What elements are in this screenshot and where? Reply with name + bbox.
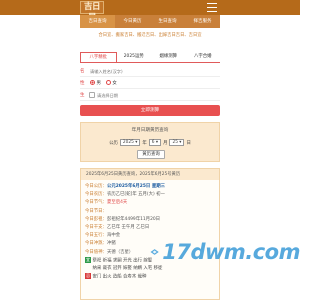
almanac-row-value: 乙巳年 壬午月 乙巳日: [106, 224, 150, 230]
submit-button[interactable]: 立即测算: [80, 105, 220, 116]
gender-row: 性 男 女: [80, 77, 220, 89]
almanac-row-value: 公元2025年6月25日 星期三: [106, 184, 166, 189]
almanac-row-key: 今日节气：: [85, 200, 107, 206]
name-input[interactable]: [90, 67, 208, 75]
almanac-row: 今日公历：公元2025年6月25日 星期三: [85, 183, 215, 191]
almanac-ji-row: 忌安门 出火 造船 合寿木 栽种: [85, 273, 215, 281]
almanac-ji-row-badge: 忌: [85, 273, 91, 280]
almanac-ji-row-value: 安门 出火 造船 合寿木 栽种: [92, 274, 147, 280]
tab-yunshi[interactable]: 2025运势: [117, 52, 152, 62]
almanac-row-key: 今日农历：: [85, 192, 107, 198]
almanac-row-key: 今日节日：: [85, 208, 107, 214]
gender-female-option[interactable]: 女: [105, 80, 117, 86]
almanac-query-button[interactable]: 黄历查询: [137, 150, 165, 159]
almanac-row: 今日干支：乙巳年 壬午月 乙巳日: [85, 224, 215, 232]
almanac-yi-row-badge: 宜: [85, 256, 91, 263]
year-select[interactable]: 2025 ▾: [119, 139, 141, 146]
date-query-title: 年月日期黄历查询: [131, 128, 169, 133]
day-select[interactable]: 25 ▾: [169, 139, 185, 146]
almanac-row-value: 夏至后4天: [106, 200, 128, 206]
calendar-icon: [89, 92, 95, 98]
hamburger-menu-icon[interactable]: [207, 3, 217, 12]
almanac-row: 今日彭祖：彭祖纪年4499年11月20日: [85, 216, 215, 224]
almanac-row: 今日节日：: [85, 208, 215, 216]
date-query-panel: 年月日期黄历查询 公历 2025 ▾ 年 6 ▾ 月 25 ▾ 日 黄历查询: [80, 122, 220, 162]
day-unit: 日: [186, 140, 191, 146]
nav-item-ze-ji[interactable]: 择吉服务: [185, 15, 220, 28]
almanac-row-value: 农历乙巳[蛇]年 五月(大) 初一: [106, 192, 165, 198]
hot-tags[interactable]: 合日宜、搬家吉日、搬迁吉日、出嫁吉日吉日、吉日宜: [80, 31, 220, 40]
gender-label: 性: [80, 81, 85, 86]
month-select[interactable]: 6 ▾: [148, 139, 162, 146]
almanac-row-value: 海中金: [106, 233, 121, 239]
watermark-text: 17dwm.com: [162, 240, 300, 264]
almanac-row-key: 今日冲煞：: [85, 241, 107, 247]
birth-row: 生: [80, 89, 220, 101]
almanac-row: 今日节气：夏至后4天: [85, 199, 215, 207]
tab-bazi[interactable]: 八字精批: [80, 52, 117, 62]
name-row: 名: [80, 65, 220, 77]
almanac-row-key: 今日值神：: [85, 249, 107, 255]
month-unit: 月: [163, 140, 168, 146]
nav-item-huang-li[interactable]: 今日黄历: [115, 15, 150, 28]
almanac-row-value: 冲猪: [106, 241, 116, 247]
tab-yinyuan[interactable]: 姻缘测算: [151, 52, 186, 62]
top-header: 吉日星: [0, 0, 300, 23]
radio-female-icon: [105, 80, 111, 85]
year-unit: 年: [142, 140, 147, 146]
tab-hehun[interactable]: 八字合婚: [186, 52, 221, 62]
service-tabs: 八字精批 2025运势 姻缘测算 八字合婚: [80, 52, 220, 63]
almanac-header: 2025年6月25日黄历查询，2025年6月25号黄历: [81, 169, 219, 180]
gender-male-option[interactable]: 男: [90, 80, 101, 86]
watermark: 17dwm.com: [150, 237, 300, 267]
almanac-yi-row-value: 祭祀 祈福 求嗣 开光 出行 嫁娶: [92, 258, 153, 264]
watermark-logo-icon: [150, 249, 159, 255]
almanac-row-value: 彭祖纪年4499年11月20日: [106, 216, 161, 222]
almanac-row-key: 今日干支：: [85, 224, 107, 230]
birth-label: 生: [80, 93, 85, 98]
almanac-row-value: 天德（吉星）: [106, 249, 134, 255]
name-label: 名: [80, 69, 85, 74]
almanac-row-key: 今日彭祖：: [85, 216, 107, 222]
birth-date-input[interactable]: [97, 91, 207, 99]
nav-item-ji-ri[interactable]: 吉日查询: [80, 15, 115, 28]
calendar-type-label: 公历: [109, 140, 118, 146]
radio-male-icon: [90, 80, 95, 85]
almanac-row-key: 今日公历：: [85, 184, 107, 189]
nav-item-sheng-ri[interactable]: 生日查询: [150, 15, 185, 28]
almanac-panel: 2025年6月25日黄历查询，2025年6月25号黄历 今日公历：公元2025年…: [80, 168, 220, 300]
main-nav: 吉日查询 今日黄历 生日查询 择吉服务: [80, 15, 220, 28]
site-logo[interactable]: 吉日星: [80, 1, 104, 23]
almanac-row-key: 今日五行：: [85, 233, 107, 239]
almanac-row: 今日农历：农历乙巳[蛇]年 五月(大) 初一: [85, 191, 215, 199]
